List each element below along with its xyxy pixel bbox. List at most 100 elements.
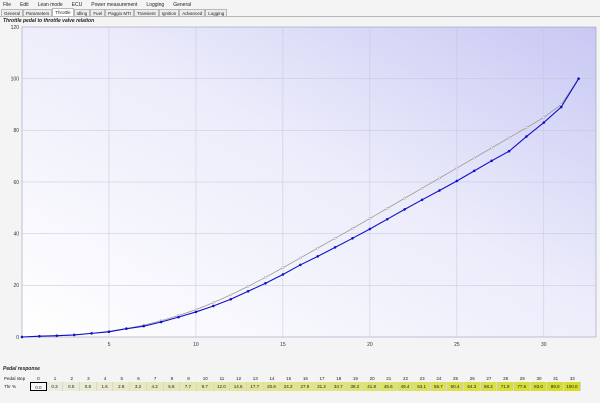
series-point-0[interactable]: [525, 126, 528, 130]
throttle-value-cell[interactable]: 2.8: [113, 382, 131, 391]
series-point-1[interactable]: [55, 334, 59, 338]
series-point-0[interactable]: [438, 176, 441, 180]
throttle-value-cell[interactable]: 7.7: [180, 382, 197, 391]
throttle-value-cell[interactable]: 56.7: [430, 382, 448, 391]
tab-9[interactable]: Logging: [205, 9, 228, 16]
throttle-value-cell[interactable]: 27.9: [297, 382, 314, 391]
throttle-value-cell[interactable]: 12.0: [213, 382, 231, 391]
tab-5[interactable]: Paggio MTI: [105, 9, 135, 16]
series-point-0[interactable]: [542, 116, 546, 119]
tab-8[interactable]: Advanced: [179, 9, 206, 16]
throttle-value-cell[interactable]: 45.6: [380, 382, 398, 391]
throttle-value-cell[interactable]: 38.2: [347, 382, 364, 391]
series-point-1[interactable]: [455, 179, 459, 183]
throttle-value-cell[interactable]: 5.8: [163, 382, 181, 391]
throttle-value-cell[interactable]: 4.2: [146, 382, 164, 391]
series-point-1[interactable]: [542, 121, 546, 124]
series-point-0[interactable]: [298, 256, 302, 260]
series-point-0[interactable]: [229, 293, 233, 297]
series-point-1[interactable]: [351, 236, 354, 240]
tab-7[interactable]: Ignition: [158, 9, 180, 16]
series-point-1[interactable]: [194, 310, 198, 314]
throttle-value-cell[interactable]: 77.6: [513, 382, 531, 391]
menu-item-5[interactable]: Logging: [146, 2, 164, 8]
throttle-value-cell[interactable]: 0.8: [80, 382, 97, 391]
tab-0[interactable]: General: [1, 9, 24, 16]
tab-6[interactable]: Transient: [134, 9, 159, 16]
series-point-1[interactable]: [420, 198, 424, 202]
throttle-value-cell[interactable]: 9.7: [196, 382, 214, 391]
throttle-value-cell[interactable]: 1.6: [96, 382, 114, 391]
tab-2[interactable]: Throttle: [52, 8, 74, 16]
throttle-value-cell[interactable]: 20.6: [263, 382, 281, 391]
throttle-value-cell[interactable]: 49.4: [397, 382, 414, 391]
tab-4[interactable]: Fuel: [90, 9, 106, 16]
throttle-value-cell[interactable]: 0.3: [46, 382, 64, 391]
menu-item-1[interactable]: Edit: [20, 2, 29, 8]
series-point-0[interactable]: [264, 275, 267, 279]
series-point-1[interactable]: [368, 227, 372, 231]
series-point-1[interactable]: [333, 246, 337, 249]
throttle-value-cell[interactable]: 3.2: [130, 382, 147, 391]
series-point-1[interactable]: [142, 324, 146, 328]
series-point-1[interactable]: [159, 320, 163, 324]
series-point-1[interactable]: [125, 327, 128, 331]
throttle-value-cell[interactable]: 14.6: [230, 382, 247, 391]
series-point-0[interactable]: [333, 236, 337, 240]
series-point-0[interactable]: [507, 136, 511, 140]
series-point-0[interactable]: [281, 266, 285, 270]
tab-1[interactable]: Parameters: [23, 9, 53, 16]
throttle-value-cell[interactable]: 17.7: [246, 382, 264, 391]
series-point-1[interactable]: [72, 333, 76, 337]
throttle-value-cell[interactable]: 31.2: [313, 382, 331, 391]
menu-item-4[interactable]: Power measurement: [91, 2, 137, 8]
menu-item-2[interactable]: Lean mode: [38, 2, 63, 8]
throttle-value-cell[interactable]: 34.7: [330, 382, 348, 391]
series-point-1[interactable]: [177, 315, 180, 319]
throttle-value-cell[interactable]: 89.0: [547, 382, 564, 391]
throttle-value-cell[interactable]: 83.0: [530, 382, 548, 391]
series-point-0[interactable]: [403, 196, 407, 200]
series-point-1[interactable]: [577, 77, 580, 81]
series-point-0[interactable]: [316, 246, 320, 250]
series-point-0[interactable]: [420, 186, 424, 190]
pedal-response-table[interactable]: Pedal step 0 1 2 3 4 5 6 7 8 9 10 11 12 13 14 15 16 17 18 1…: [3, 375, 597, 391]
series-point-0[interactable]: [455, 166, 459, 170]
series-point-1[interactable]: [38, 334, 41, 338]
throttle-value-cell[interactable]: 68.2: [480, 382, 498, 391]
series-point-1[interactable]: [107, 330, 111, 334]
throttle-value-cell[interactable]: 60.4: [447, 382, 464, 391]
series-point-0[interactable]: [211, 301, 215, 304]
series-point-0[interactable]: [368, 217, 372, 220]
series-point-1[interactable]: [507, 149, 511, 153]
series-point-0[interactable]: [472, 156, 476, 160]
throttle-value-cell[interactable]: 0.5: [63, 382, 81, 391]
series-point-0[interactable]: [246, 285, 250, 288]
series-point-1[interactable]: [298, 263, 302, 267]
series-point-0[interactable]: [490, 146, 493, 150]
series-point-1[interactable]: [490, 159, 493, 163]
series-point-1[interactable]: [385, 217, 389, 221]
series-point-1[interactable]: [316, 255, 320, 258]
series-point-0[interactable]: [385, 207, 389, 210]
menu-item-6[interactable]: General: [173, 2, 191, 8]
menu-item-0[interactable]: File: [3, 2, 11, 8]
series-point-1[interactable]: [211, 304, 215, 308]
series-point-1[interactable]: [559, 105, 563, 109]
series-point-1[interactable]: [472, 169, 476, 173]
series-point-0[interactable]: [194, 308, 198, 311]
throttle-value-cell[interactable]: 0.0: [30, 382, 47, 391]
series-point-1[interactable]: [403, 208, 407, 211]
tab-3[interactable]: Idling: [73, 9, 91, 16]
series-point-1[interactable]: [246, 289, 250, 293]
series-point-0[interactable]: [351, 227, 354, 230]
series-point-1[interactable]: [438, 189, 441, 192]
throttle-value-cell[interactable]: 53.1: [413, 382, 431, 391]
series-point-1[interactable]: [281, 273, 285, 276]
series-point-1[interactable]: [20, 335, 24, 339]
series-point-1[interactable]: [525, 135, 528, 138]
throttle-value-cell[interactable]: 71.9: [497, 382, 514, 391]
menu-item-3[interactable]: ECU: [72, 2, 83, 8]
series-point-1[interactable]: [229, 297, 233, 301]
throttle-value-cell[interactable]: 41.8: [363, 382, 381, 391]
